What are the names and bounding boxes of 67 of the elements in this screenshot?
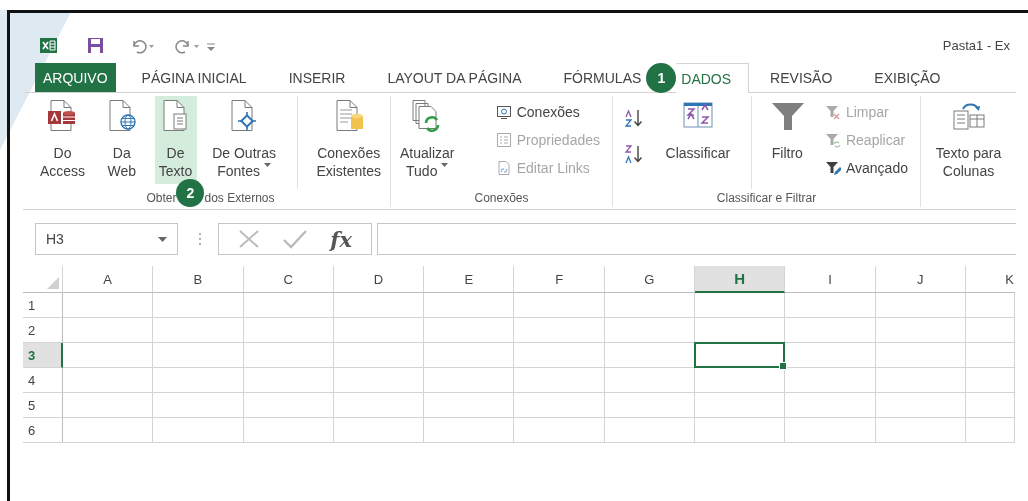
- grid-cell: [965, 293, 1015, 318]
- group-label: dos Externos: [204, 190, 275, 205]
- active-cell[interactable]: [694, 342, 786, 368]
- insert-function-button[interactable]: fx: [330, 226, 352, 252]
- fill-handle[interactable]: [779, 362, 788, 370]
- row-header[interactable]: 6: [23, 418, 63, 443]
- ribbon-button[interactable]: Do Access: [36, 96, 90, 184]
- sort-descending-icon: [623, 144, 645, 164]
- column-header[interactable]: B: [153, 266, 244, 293]
- ribbon-button[interactable]: Conexões Existentes: [312, 96, 385, 184]
- column-header[interactable]: J: [875, 266, 966, 293]
- ribbon-button[interactable]: De Texto: [154, 96, 197, 184]
- column-header[interactable]: D: [333, 266, 425, 293]
- ribbon-tab[interactable]: LAYOUT DA PÁGINA: [366, 63, 543, 92]
- ribbon-button[interactable]: De Outras Fontes: [208, 96, 280, 184]
- row-header[interactable]: 5: [23, 393, 63, 418]
- column-header[interactable]: C: [243, 266, 334, 293]
- check-icon[interactable]: [282, 229, 309, 249]
- column-header[interactable]: F: [514, 266, 605, 293]
- ribbon-button[interactable]: Atualizar Tudo: [396, 96, 459, 184]
- grid-cell: [965, 368, 1015, 393]
- funnel-clear-icon: [824, 104, 841, 120]
- row-header[interactable]: 4: [23, 368, 63, 393]
- row-header[interactable]: 3: [23, 343, 63, 368]
- row-header[interactable]: 1: [23, 293, 63, 318]
- column-header[interactable]: K: [965, 266, 1015, 293]
- step-badge: 1: [646, 62, 677, 93]
- ribbon-button[interactable]: Classificar: [661, 96, 735, 184]
- grid-cell: [965, 418, 1015, 443]
- ribbon-button[interactable]: Da Web: [100, 96, 143, 184]
- ribbon-button[interactable]: Texto para Colunas: [931, 96, 1006, 184]
- list-icon: [495, 132, 512, 148]
- group-label: Conexões: [474, 190, 529, 205]
- caret-icon: [158, 236, 167, 242]
- funnel-refresh-icon: [824, 132, 841, 148]
- ribbon-tab[interactable]: EXIBIÇÃO: [853, 63, 962, 92]
- step-badge: 2: [176, 178, 205, 207]
- ribbon-button[interactable]: Avançado: [822, 156, 910, 180]
- grid-cell: [965, 318, 1015, 343]
- monitor-icon: [495, 104, 512, 120]
- cancel-icon[interactable]: [238, 229, 261, 249]
- save-icon[interactable]: [87, 36, 104, 54]
- formula-input[interactable]: [377, 223, 1016, 255]
- group-label: Obter: [146, 190, 177, 205]
- link-document-icon: [495, 160, 512, 176]
- grid-cell: [965, 343, 1015, 368]
- grip-icon: [198, 232, 202, 246]
- ribbon-tab[interactable]: INSERIR: [267, 63, 367, 92]
- name-box[interactable]: H3: [35, 223, 178, 255]
- funnel-pencil-icon: [824, 160, 841, 176]
- ribbon-tab[interactable]: DADOS: [676, 63, 750, 93]
- ribbon-button[interactable]: Conexões: [493, 100, 602, 124]
- group-label: Classificar e Filtrar: [716, 190, 817, 205]
- column-header[interactable]: I: [785, 266, 876, 293]
- ribbon-tab[interactable]: FÓRMULAS: [542, 63, 647, 92]
- sort-ascending-icon: [623, 108, 645, 128]
- column-header[interactable]: H: [695, 266, 786, 293]
- ribbon-button[interactable]: Filtro: [766, 96, 809, 184]
- window-title: Pasta1 - Ex: [942, 37, 1010, 53]
- column-header[interactable]: E: [424, 266, 515, 293]
- sort-ascending-button[interactable]: [623, 108, 645, 128]
- column-header[interactable]: A: [63, 266, 154, 293]
- ribbon-tab[interactable]: REVISÃO: [749, 63, 854, 92]
- ribbon-tab[interactable]: PÁGINA INICIAL: [120, 63, 268, 92]
- grid-cell: [965, 393, 1015, 418]
- file-tab[interactable]: ARQUIVO: [35, 63, 116, 92]
- sort-descending-button[interactable]: [623, 144, 645, 164]
